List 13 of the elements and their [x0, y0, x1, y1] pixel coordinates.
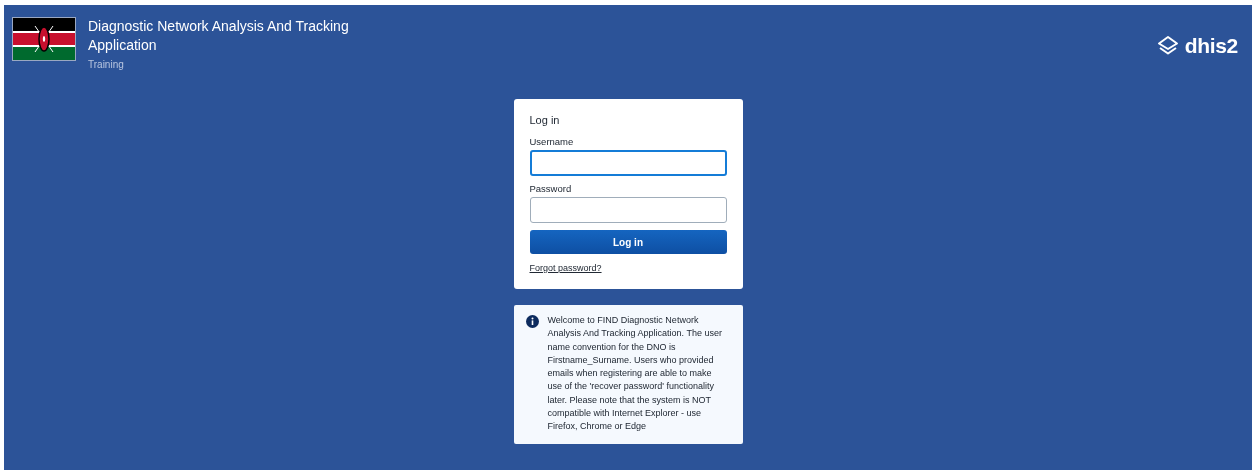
field-label: Username	[529, 136, 574, 147]
app-title: Diagnostic Network Analysis And Tracking Application	[88, 17, 350, 55]
flag-icon	[12, 17, 76, 61]
login-heading: Log in	[529, 114, 560, 126]
environment-label: Training	[88, 59, 125, 70]
field-label: Password	[529, 183, 572, 194]
notice-text: Welcome to FIND Diagnostic Network Analysis And Tracking Application. The user name convention for the DNO is Firstname_Surname. Users who provided emails when registering are able to make use of the 'recover password' functionality later. Please note that the system is NOT compatible with Internet Explorer - use Firefox, Chrome or Edge	[547, 314, 723, 434]
login-button[interactable]: Log in	[529, 230, 727, 254]
forgot-password-link[interactable]: Forgot password?	[529, 263, 602, 273]
input-field[interactable]	[529, 197, 727, 223]
info-icon	[525, 315, 539, 328]
logo-text: dhis2	[1184, 33, 1238, 58]
input-field[interactable]	[529, 150, 727, 176]
